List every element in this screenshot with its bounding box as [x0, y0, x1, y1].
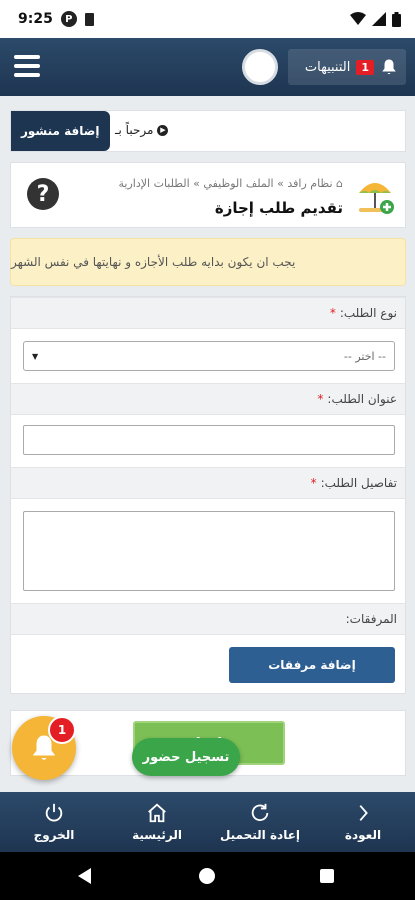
nav-label: العودة — [344, 828, 382, 842]
breadcrumb-item[interactable]: نظام رافد — [287, 177, 332, 190]
request-details-textarea[interactable] — [23, 511, 395, 591]
request-title-input[interactable] — [23, 425, 395, 455]
home-icon[interactable]: ⌂ — [336, 177, 343, 190]
breadcrumb-item[interactable]: الطلبات الإدارية — [119, 177, 190, 190]
page-title-card: ? ⌂ نظام رافد » الملف الوظيفي » الطلبات … — [10, 162, 406, 228]
nav-label: الخروج — [33, 828, 75, 842]
power-icon — [43, 802, 65, 824]
request-type-label: نوع الطلب: * — [11, 297, 405, 329]
status-time: 9:25 — [18, 11, 53, 27]
system-home-icon[interactable] — [199, 868, 215, 884]
nav-back[interactable]: العودة — [311, 792, 415, 852]
fab-count-badge: 1 — [48, 716, 76, 744]
status-bar: 9:25 P — [0, 0, 415, 38]
play-icon: ▶ — [157, 124, 169, 136]
menu-icon[interactable] — [14, 55, 40, 77]
request-title-label: عنوان الطلب: * — [11, 383, 405, 415]
app-header: التنبيهات 1 — [0, 38, 415, 96]
welcome-greeting: مرحباً بـ — [115, 123, 154, 137]
add-post-button[interactable]: إضافة منشور — [11, 111, 110, 151]
bell-icon — [382, 59, 396, 75]
attachments-label: المرفقات: — [11, 603, 405, 635]
nav-home[interactable]: الرئيسية — [105, 792, 209, 852]
reload-icon — [249, 802, 271, 824]
system-recents-icon[interactable] — [320, 869, 334, 883]
notifications-count-badge: 1 — [356, 59, 374, 75]
breadcrumb-item[interactable]: الملف الوظيفي — [203, 177, 273, 190]
help-icon[interactable]: ? — [27, 178, 59, 210]
system-back-icon[interactable] — [78, 868, 91, 884]
page-title: تقديم طلب إجازة — [214, 199, 343, 217]
chevron-right-icon — [352, 802, 374, 824]
warning-alert: يجب ان يكون بدايه طلب الأجازه و نهايتها … — [10, 238, 406, 286]
app-notification-icon: P — [60, 11, 77, 27]
request-type-select[interactable]: ▼ -- اختر -- — [23, 341, 395, 371]
leave-request-form: نوع الطلب: * ▼ -- اختر -- عنوان الطلب: * ت… — [10, 296, 406, 694]
umbrella-vacation-icon — [359, 183, 394, 214]
welcome-bar: إضافة منشور مرحباً بـ ▶ — [10, 110, 406, 152]
battery-icon — [392, 11, 401, 27]
breadcrumb: ⌂ نظام رافد » الملف الوظيفي » الطلبات ال… — [118, 177, 343, 190]
sim-card-icon — [84, 12, 94, 26]
home-icon — [146, 802, 168, 824]
nav-reload[interactable]: إعادة التحميل — [208, 792, 312, 852]
notifications-label: التنبيهات — [304, 59, 351, 75]
nav-label: الرئيسية — [132, 828, 182, 842]
notifications-button[interactable]: التنبيهات 1 — [288, 49, 406, 85]
add-attachments-button[interactable]: إضافة مرفقات — [229, 647, 395, 683]
nav-logout[interactable]: الخروج — [2, 792, 106, 852]
attendance-button[interactable]: تسجيل حضور — [132, 738, 240, 776]
avatar[interactable] — [242, 49, 278, 85]
select-arrow-icon: ▼ — [32, 351, 39, 361]
signal-icon — [372, 12, 386, 26]
bottom-nav: الخروج الرئيسية إعادة التحميل العودة — [0, 792, 415, 852]
nav-label: إعادة التحميل — [219, 828, 301, 842]
request-details-label: تفاصيل الطلب: * — [11, 467, 405, 499]
system-nav-bar — [0, 852, 415, 900]
wifi-icon — [350, 12, 366, 25]
